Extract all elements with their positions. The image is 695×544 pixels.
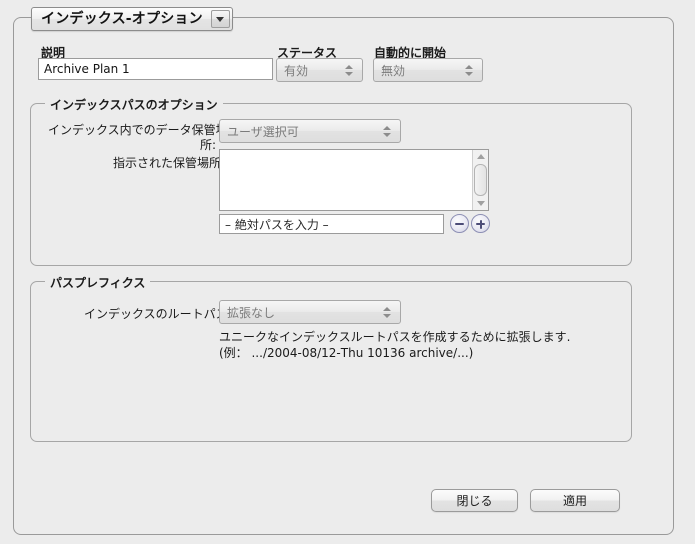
- close-button[interactable]: 閉じる: [431, 489, 518, 512]
- index-path-options-title: インデックスパスのオプション: [45, 96, 223, 113]
- path-prefix-description-line1: ユニークなインデックスルートパスを作成するために拡張します.: [219, 330, 571, 344]
- status-combo[interactable]: 有効: [276, 58, 363, 82]
- root-path-spinner-icon[interactable]: [379, 306, 395, 318]
- auto-start-spinner-icon[interactable]: [461, 64, 477, 76]
- storage-location-combo-value: ユーザ選択可: [227, 124, 299, 139]
- absolute-path-input[interactable]: – 絶対パスを入力 –: [219, 214, 444, 234]
- page-selector-label: インデックス-オプション: [41, 11, 203, 27]
- root-path-label: インデックスのルートパス:: [84, 307, 232, 321]
- path-prefix-description-line2: (例： .../2004-08/12-Thu 10136 archive/...…: [219, 346, 474, 360]
- specified-location-textarea[interactable]: [219, 149, 489, 211]
- root-path-combo[interactable]: 拡張なし: [219, 300, 401, 324]
- storage-location-label-line2: 所:: [200, 138, 217, 152]
- auto-start-combo-value: 無効: [381, 63, 406, 78]
- specified-location-label: 指示された保管場所:: [113, 156, 226, 170]
- storage-location-spinner-icon[interactable]: [379, 125, 395, 137]
- minus-icon: [455, 223, 464, 225]
- chevron-down-icon: [216, 16, 225, 22]
- root-path-combo-value: 拡張なし: [227, 305, 276, 320]
- apply-button[interactable]: 適用: [530, 489, 620, 512]
- add-path-button[interactable]: [471, 214, 490, 233]
- status-combo-value: 有効: [284, 63, 309, 78]
- path-prefix-title: パスプレフィクス: [45, 274, 151, 291]
- page-selector-dropdown-button[interactable]: [210, 10, 230, 28]
- scroll-up-icon[interactable]: [474, 150, 487, 163]
- remove-path-button[interactable]: [450, 214, 469, 233]
- specified-location-textarea-body[interactable]: [220, 150, 472, 210]
- auto-start-combo[interactable]: 無効: [373, 58, 483, 82]
- specified-location-scrollbar[interactable]: [472, 150, 488, 210]
- scroll-down-icon[interactable]: [474, 197, 487, 210]
- storage-location-combo[interactable]: ユーザ選択可: [219, 119, 401, 143]
- dialog-window: インデックス-オプション 説明 ステータス 自動的に開始 Archive Pla…: [0, 0, 695, 544]
- status-spinner-icon[interactable]: [341, 64, 357, 76]
- description-input[interactable]: Archive Plan 1: [38, 58, 273, 80]
- scrollbar-thumb[interactable]: [474, 164, 487, 196]
- page-selector-combo[interactable]: インデックス-オプション: [31, 7, 233, 31]
